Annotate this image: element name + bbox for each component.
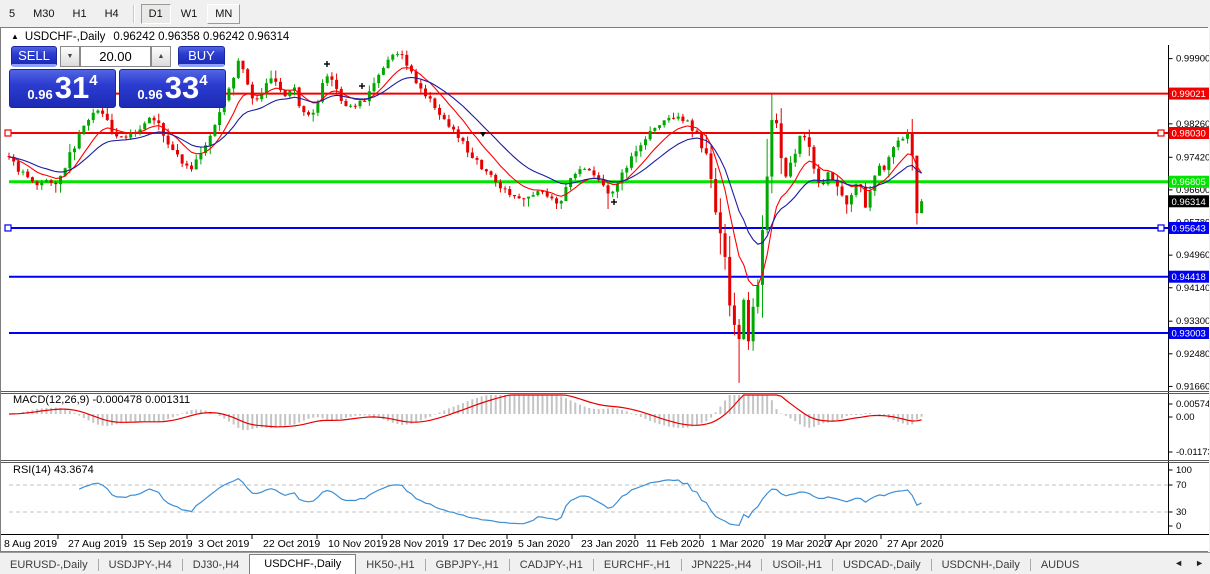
price-tick-label: 0.93300 <box>1176 316 1209 327</box>
chart-tab-usdjpy-h4[interactable]: USDJPY-,H4 <box>99 556 182 574</box>
date-label: 27 Aug 2019 <box>68 538 127 550</box>
hline-handle[interactable] <box>5 130 11 136</box>
date-label: 22 Oct 2019 <box>263 538 320 550</box>
chart-tab-usdchf-daily[interactable]: USDCHF-,Daily <box>249 554 356 574</box>
date-label: 23 Jan 2020 <box>581 538 639 550</box>
date-label: 3 Oct 2019 <box>198 538 250 550</box>
price-tick-label: 0.94140 <box>1176 283 1209 294</box>
date-label: 7 Apr 2020 <box>827 538 878 550</box>
price-tick-label: 0.91660 <box>1176 381 1209 392</box>
timeframe-toolbar: 5M30H1H4 D1W1MN <box>0 0 1210 27</box>
timeframe-button-mn[interactable]: MN <box>207 4 240 24</box>
volume-input[interactable]: 20.00 <box>80 46 151 67</box>
chart-tab-gbpjpy-h1[interactable]: GBPJPY-,H1 <box>426 556 509 574</box>
sell-button[interactable]: SELL <box>11 46 57 67</box>
buy-price-base: 0.96 <box>137 87 162 102</box>
chart-ohlc-values: 0.96242 0.96358 0.96242 0.96314 <box>113 31 289 43</box>
date-label: 17 Dec 2019 <box>453 538 513 550</box>
collapse-panel-icon[interactable]: ▲ <box>11 32 19 41</box>
one-click-trading-panel: SELL ▼ 20.00 ▲ BUY 0.96 31 4 0.96 33 4 <box>9 46 227 108</box>
chart-window: 0.999000.982600.974200.966000.957800.949… <box>0 27 1208 552</box>
timeframe-button-h1[interactable]: H1 <box>65 4 95 24</box>
chart-tab-audus[interactable]: AUDUS <box>1031 556 1090 574</box>
macd-title: MACD(12,26,9) -0.000478 0.001311 <box>13 394 190 406</box>
macd-axis-label: 0.005744 <box>1176 399 1209 410</box>
chart-tab-dj30-h4[interactable]: DJ30-,H4 <box>183 556 249 574</box>
buy-price-sup: 4 <box>199 72 207 89</box>
chart-symbol-title: USDCHF-,Daily <box>25 31 106 43</box>
price-tick-label: 0.97420 <box>1176 152 1209 163</box>
macd-axis-label: -0.011738 <box>1176 447 1209 458</box>
chart-tab-bar: EURUSD-,DailyUSDJPY-,H4DJ30-,H4USDCHF-,D… <box>0 552 1210 574</box>
price-tick-label: 0.94960 <box>1176 250 1209 261</box>
hline-handle[interactable] <box>1158 225 1164 231</box>
macd-axis-label: 0.00 <box>1176 412 1195 423</box>
price-badge-0.98030: 0.98030 <box>1169 127 1210 140</box>
price-badge-0.95643: 0.95643 <box>1169 222 1210 235</box>
price-badge-0.99021: 0.99021 <box>1169 88 1210 101</box>
svg-text:0.96314: 0.96314 <box>1172 197 1206 208</box>
toolbar-separator <box>133 5 135 23</box>
chart-tab-eurusd-daily[interactable]: EURUSD-,Daily <box>0 556 98 574</box>
buy-price-button[interactable]: 0.96 33 4 <box>119 69 226 108</box>
chart-title-bar: ▲ USDCHF-,Daily 0.96242 0.96358 0.96242 … <box>1 28 1207 45</box>
sell-price-base: 0.96 <box>27 87 52 102</box>
buy-price-big: 33 <box>165 70 199 106</box>
date-label: 11 Feb 2020 <box>646 538 704 550</box>
hline-handle[interactable] <box>1158 130 1164 136</box>
sell-price-sup: 4 <box>89 72 97 89</box>
price-badge-0.94418: 0.94418 <box>1169 271 1210 284</box>
timeframe-button-m30[interactable]: M30 <box>25 4 62 24</box>
date-label: 15 Sep 2019 <box>133 538 193 550</box>
spinner-down-icon: ▼ <box>67 53 74 60</box>
chart-tab-eurchf-h1[interactable]: EURCHF-,H1 <box>594 556 681 574</box>
date-label: 1 Mar 2020 <box>711 538 764 550</box>
svg-text:0.93003: 0.93003 <box>1172 329 1206 340</box>
chart-tab-usoil-h1[interactable]: USOil-,H1 <box>762 556 832 574</box>
price-badge-0.93003: 0.93003 <box>1169 327 1210 340</box>
buy-button[interactable]: BUY <box>178 46 225 67</box>
date-label: 28 Nov 2019 <box>389 538 449 550</box>
hline-handle[interactable] <box>5 225 11 231</box>
timeframe-button-5[interactable]: 5 <box>1 4 23 24</box>
rsi-axis-label: 30 <box>1176 507 1187 518</box>
price-tick-label: 0.99900 <box>1176 54 1209 65</box>
mt4-terminal: 5M30H1H4D1W1MN 0.999000.982600.974200.96… <box>0 0 1210 574</box>
timeframe-button-w1[interactable]: W1 <box>173 4 206 24</box>
volume-decrease-button[interactable]: ▼ <box>60 46 80 67</box>
svg-text:0.99021: 0.99021 <box>1172 89 1206 100</box>
timeframe-button-h4[interactable]: H4 <box>97 4 127 24</box>
rsi-title: RSI(14) 43.3674 <box>13 464 94 476</box>
chart-tab-jpn225-h4[interactable]: JPN225-,H4 <box>682 556 762 574</box>
chart-tab-usdcad-daily[interactable]: USDCAD-,Daily <box>833 556 931 574</box>
tab-scroll-left-icon[interactable]: ◄ <box>1172 556 1185 570</box>
sell-price-big: 31 <box>55 70 89 106</box>
timeframe-button-d1[interactable]: D1 <box>141 4 171 24</box>
current-price-badge: 0.96314 <box>1169 195 1210 208</box>
date-label: 10 Nov 2019 <box>328 538 388 550</box>
svg-text:0.94418: 0.94418 <box>1172 272 1206 283</box>
price-tick-label: 0.92480 <box>1176 349 1209 360</box>
volume-increase-button[interactable]: ▲ <box>151 46 171 67</box>
sell-price-button[interactable]: 0.96 31 4 <box>9 69 116 108</box>
svg-text:0.95643: 0.95643 <box>1172 223 1206 234</box>
chart-tab-usdcnh-daily[interactable]: USDCNH-,Daily <box>932 556 1030 574</box>
svg-text:0.98030: 0.98030 <box>1172 129 1206 140</box>
rsi-axis-label: 70 <box>1176 480 1187 491</box>
date-label: 8 Aug 2019 <box>4 538 57 550</box>
svg-text:0.96805: 0.96805 <box>1172 177 1206 188</box>
chart-tab-hk50-h1[interactable]: HK50-,H1 <box>356 556 424 574</box>
date-label: 27 Apr 2020 <box>887 538 944 550</box>
tab-scroll-right-icon[interactable]: ► <box>1193 556 1206 570</box>
chart-tab-cadjpy-h1[interactable]: CADJPY-,H1 <box>510 556 593 574</box>
date-label: 19 Mar 2020 <box>771 538 830 550</box>
spinner-up-icon: ▲ <box>158 53 165 60</box>
date-label: 5 Jan 2020 <box>518 538 570 550</box>
tab-scroll-buttons: ◄ ► <box>1172 556 1206 570</box>
rsi-axis-label: 0 <box>1176 521 1181 532</box>
price-badge-0.96805: 0.96805 <box>1169 176 1210 189</box>
rsi-axis-label: 100 <box>1176 465 1192 476</box>
